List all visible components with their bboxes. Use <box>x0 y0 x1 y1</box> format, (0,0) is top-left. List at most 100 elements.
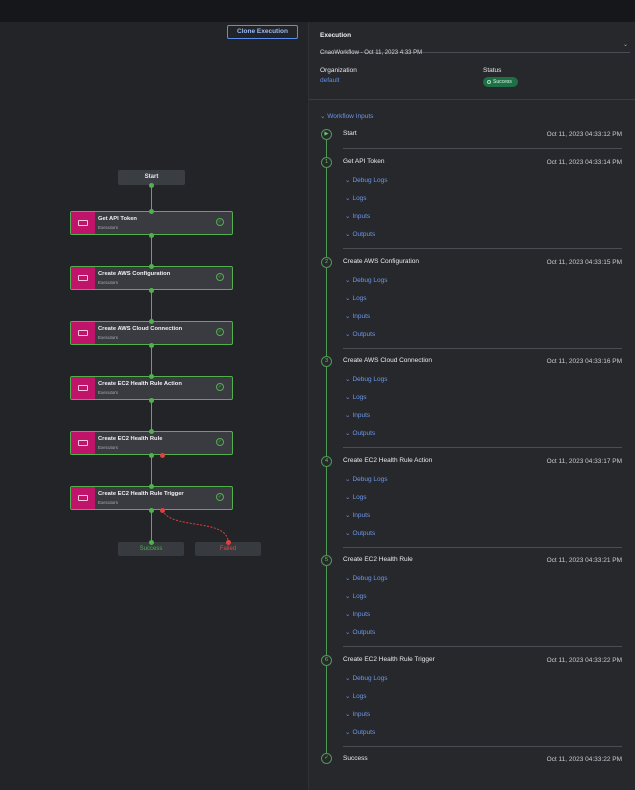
timeline-sub-label: Logs <box>352 394 367 401</box>
divider <box>343 646 622 647</box>
timeline-end-title: Success <box>343 755 368 762</box>
chevron-down-icon: ⌄ <box>345 295 351 302</box>
input-port <box>149 209 154 214</box>
step-node[interactable]: Get API Token Executors ✓ <box>70 211 233 235</box>
chevron-down-icon: ⌄ <box>345 711 351 718</box>
chevron-down-icon: ⌄ <box>345 629 351 636</box>
step-node[interactable]: Create AWS Configuration Executors ✓ <box>70 266 233 290</box>
check-circle-icon: ✓ <box>216 438 224 446</box>
output-port <box>149 288 154 293</box>
executor-icon <box>71 377 95 399</box>
timeline-step-time: Oct 11, 2023 04:33:16 PM <box>546 358 622 365</box>
timeline-sub-label: Outputs <box>352 729 376 736</box>
executor-icon <box>71 487 95 509</box>
step-node-title: Create EC2 Health Rule Trigger <box>98 491 184 497</box>
timeline-sub-toggle[interactable]: ⌄ Debug Logs <box>345 574 388 582</box>
timeline-sub-toggle[interactable]: ⌄ Outputs <box>345 330 375 338</box>
chevron-down-icon: ⌄ <box>345 675 351 682</box>
timeline-sub-toggle[interactable]: ⌄ Debug Logs <box>345 375 388 383</box>
timeline-sub-label: Outputs <box>352 629 376 636</box>
timeline-sub-toggle[interactable]: ⌄ Inputs <box>345 511 370 519</box>
timeline-sub-toggle[interactable]: ⌄ Inputs <box>345 610 370 618</box>
success-port <box>149 540 154 545</box>
timeline-sub-toggle[interactable]: ⌄ Logs <box>345 393 367 401</box>
timeline-sub-toggle[interactable]: ⌄ Debug Logs <box>345 475 388 483</box>
timeline-sub-toggle[interactable]: ⌄ Outputs <box>345 628 375 636</box>
timeline-sub-toggle[interactable]: ⌄ Debug Logs <box>345 674 388 682</box>
timeline-sub-label: Debug Logs <box>352 675 388 682</box>
input-port <box>149 484 154 489</box>
input-port <box>149 429 154 434</box>
start-marker-icon: ▶ <box>321 129 332 140</box>
step-node[interactable]: Create EC2 Health Rule Action Executors ✓ <box>70 376 233 400</box>
timeline-sub-label: Inputs <box>352 611 371 618</box>
timeline-sub-toggle[interactable]: ⌄ Logs <box>345 493 367 501</box>
timeline-sub-toggle[interactable]: ⌄ Debug Logs <box>345 276 388 284</box>
check-circle-icon: ✓ <box>216 493 224 501</box>
step-node-subtitle: Executors <box>98 335 119 340</box>
timeline-sub-toggle[interactable]: ⌄ Outputs <box>345 529 375 537</box>
timeline-sub-label: Logs <box>352 593 367 600</box>
failed-port <box>226 540 231 545</box>
timeline-step-title: Create AWS Configuration <box>343 258 419 265</box>
step-node[interactable]: Create EC2 Health Rule Executors ✓ <box>70 431 233 455</box>
timeline-start-time: Oct 11, 2023 04:33:12 PM <box>546 131 622 138</box>
timeline-sub-toggle[interactable]: ⌄ Logs <box>345 294 367 302</box>
chevron-down-icon: ⌄ <box>345 476 351 483</box>
timeline-sub-toggle[interactable]: ⌄ Logs <box>345 194 367 202</box>
timeline-step-title: Create AWS Cloud Connection <box>343 357 433 364</box>
timeline-sub-label: Outputs <box>352 331 376 338</box>
chevron-down-icon: ⌄ <box>345 430 351 437</box>
step-number-badge: 6 <box>321 655 332 666</box>
timeline-sub-toggle[interactable]: ⌄ Inputs <box>345 312 370 320</box>
step-node[interactable]: Create EC2 Health Rule Trigger Executors ✓ <box>70 486 233 510</box>
chevron-down-icon: ⌄ <box>345 313 351 320</box>
clone-execution-button[interactable]: Clone Execution <box>227 25 298 39</box>
chevron-down-icon: ⌄ <box>345 213 351 220</box>
chevron-down-icon: ⌄ <box>345 331 351 338</box>
timeline-sub-toggle[interactable]: ⌄ Outputs <box>345 429 375 437</box>
timeline-sub-toggle[interactable]: ⌄ Logs <box>345 692 367 700</box>
step-node-subtitle: Executors <box>98 280 119 285</box>
timeline-sub-label: Outputs <box>352 231 376 238</box>
timeline-sub-label: Outputs <box>352 430 376 437</box>
step-number-badge: 2 <box>321 257 332 268</box>
divider <box>343 348 622 349</box>
timeline-sub-toggle[interactable]: ⌄ Inputs <box>345 212 370 220</box>
executor-icon <box>71 432 95 454</box>
executor-icon <box>71 322 95 344</box>
timeline-step-title: Get API Token <box>343 158 385 165</box>
divider <box>343 148 622 149</box>
timeline-sub-label: Debug Logs <box>352 177 388 184</box>
timeline-sub-toggle[interactable]: ⌄ Inputs <box>345 411 370 419</box>
step-node-title: Create AWS Cloud Connection <box>98 326 183 332</box>
timeline-sub-toggle[interactable]: ⌄ Debug Logs <box>345 176 388 184</box>
timeline-step-time: Oct 11, 2023 04:33:15 PM <box>546 259 622 266</box>
input-port <box>149 319 154 324</box>
error-port <box>160 508 165 513</box>
error-port <box>160 453 165 458</box>
timeline-sub-toggle[interactable]: ⌄ Outputs <box>345 230 375 238</box>
timeline-sub-toggle[interactable]: ⌄ Logs <box>345 592 367 600</box>
chevron-down-icon: ⌄ <box>345 195 351 202</box>
check-circle-icon: ✓ <box>216 383 224 391</box>
output-port <box>149 508 154 513</box>
timeline-step-title: Create EC2 Health Rule Action <box>343 457 433 464</box>
check-circle-icon: ✓ <box>216 273 224 281</box>
success-check-icon: ✓ <box>321 753 332 764</box>
output-port <box>149 343 154 348</box>
timeline-sub-toggle[interactable]: ⌄ Outputs <box>345 728 375 736</box>
step-node-title: Create EC2 Health Rule Action <box>98 381 182 387</box>
chevron-down-icon: ⌄ <box>345 376 351 383</box>
check-circle-icon: ✓ <box>216 328 224 336</box>
chevron-down-icon: ⌄ <box>345 412 351 419</box>
output-port <box>149 453 154 458</box>
divider <box>343 447 622 448</box>
timeline-sub-label: Inputs <box>352 711 371 718</box>
timeline-sub-label: Debug Logs <box>352 277 388 284</box>
timeline-sub-toggle[interactable]: ⌄ Inputs <box>345 710 370 718</box>
step-node[interactable]: Create AWS Cloud Connection Executors ✓ <box>70 321 233 345</box>
timeline-sub-label: Inputs <box>352 512 371 519</box>
timeline-sub-label: Debug Logs <box>352 376 388 383</box>
timeline-sub-label: Debug Logs <box>352 575 388 582</box>
